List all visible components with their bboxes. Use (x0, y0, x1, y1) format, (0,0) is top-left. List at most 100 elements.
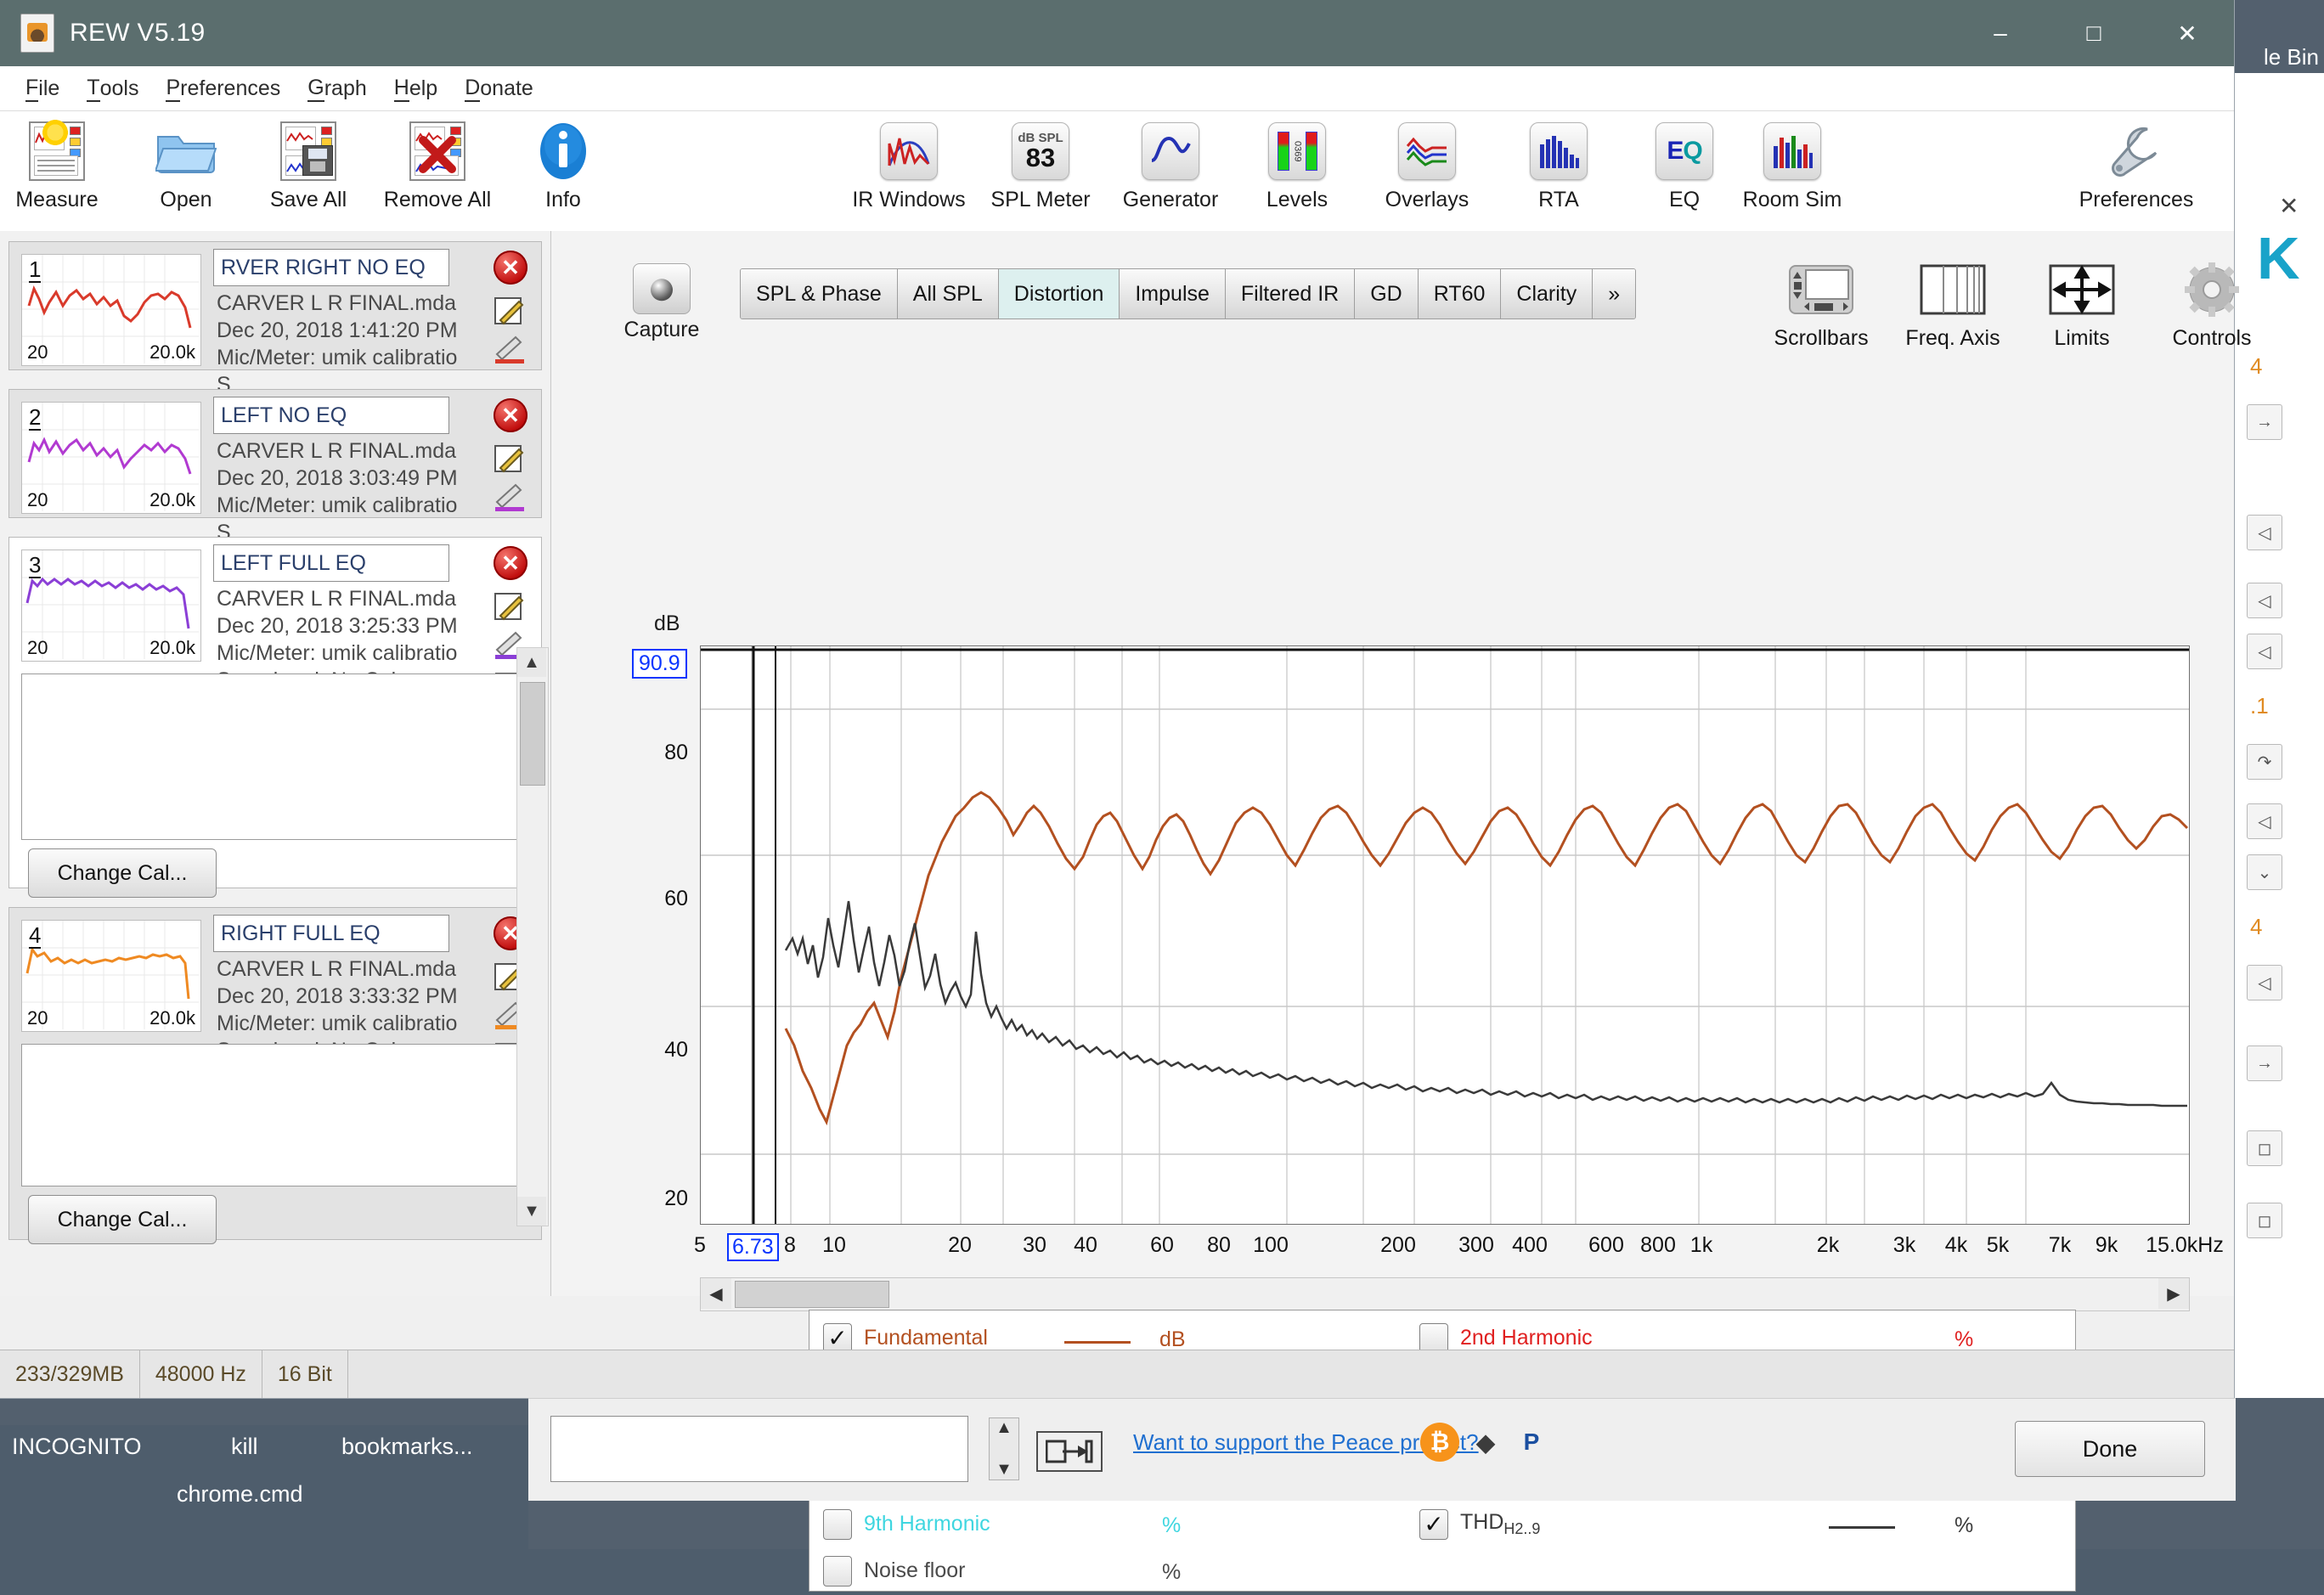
background-btn-8[interactable]: ◁ (2247, 965, 2282, 1000)
measurement-notes-3[interactable] (21, 674, 539, 840)
measurement-color-icon-1[interactable] (494, 335, 526, 368)
menu-donate[interactable]: Donate (451, 66, 547, 110)
measurement-item-4[interactable]: 4 20 20.0k RIGHT FULL EQ CARVER L R FINA… (8, 907, 542, 1244)
legend-item-noise-floor[interactable]: Noise floor (823, 1547, 966, 1595)
measurement-item-2[interactable]: 2 20 20.0k LEFT NO EQ CARVER L R FINAL.m… (8, 389, 542, 544)
change-cal-button-3[interactable]: Change Cal... (28, 848, 217, 898)
taskbar-item-kill[interactable]: kill (231, 1434, 258, 1460)
minimize-button[interactable]: – (1954, 0, 2047, 66)
toolbar-overlays-button[interactable]: Overlays (1363, 120, 1491, 228)
tab-clarity[interactable]: Clarity (1501, 269, 1594, 318)
sidebar-scroll-up-icon[interactable]: ▲ (517, 648, 546, 677)
y-axis-top-value[interactable]: 90.9 (632, 649, 687, 679)
measurement-item-3[interactable]: 3 20 20.0k LEFT FULL EQ CARVER L R FINAL… (8, 537, 542, 898)
background-btn-1[interactable]: → (2247, 404, 2282, 440)
toolbar-open-button[interactable]: Open (122, 120, 250, 228)
legend-checkbox-9th-harmonic[interactable] (823, 1508, 852, 1540)
taskbar-item-chrome-cmd[interactable]: chrome.cmd (177, 1481, 303, 1508)
tab-filtered-ir[interactable]: Filtered IR (1225, 269, 1356, 318)
menu-graph[interactable]: Graph (294, 66, 381, 110)
background-btn-3[interactable]: ◁ (2247, 583, 2282, 618)
legend-checkbox-thd[interactable]: ✓ (1419, 1508, 1448, 1540)
measurement-remove-icon-1[interactable]: ✕ (494, 251, 527, 285)
measurement-item-1[interactable]: 1 20 20.0k RVER RIGHT NO EQ CARVER L R F… (8, 241, 542, 397)
background-btn-9[interactable]: → (2247, 1045, 2282, 1081)
toolbar-remove-all-button[interactable]: Remove All (374, 120, 501, 228)
taskbar-item-bookmarks[interactable]: bookmarks... (341, 1434, 473, 1460)
tab-all-spl[interactable]: All SPL (897, 269, 999, 318)
legend-item-thd[interactable]: ✓ THDH2..9 (1419, 1500, 1540, 1548)
bitcoin-icon[interactable]: ₿ (1420, 1423, 1459, 1462)
tab-spl-phase[interactable]: SPL & Phase (741, 269, 898, 318)
capture-button[interactable]: Capture (602, 263, 721, 342)
ethereum-icon[interactable]: ◆ (1466, 1423, 1505, 1462)
limits-button[interactable]: Limits (2018, 258, 2146, 351)
background-btn-4[interactable]: ◁ (2247, 634, 2282, 669)
graph-horizontal-scrollbar[interactable]: ◀ ▶ (700, 1277, 2190, 1311)
peace-text-input[interactable] (550, 1416, 968, 1482)
menu-help[interactable]: Help (381, 66, 451, 110)
measurement-name-2[interactable]: LEFT NO EQ (213, 397, 449, 434)
paypal-icon[interactable]: P (1512, 1423, 1551, 1462)
toolbar-spl-meter-button[interactable]: dB SPL 83 SPL Meter (977, 120, 1104, 228)
background-value-3: 4 (2250, 914, 2263, 939)
background-btn-6[interactable]: ◁ (2247, 803, 2282, 839)
measurement-name-4[interactable]: RIGHT FULL EQ (213, 915, 449, 952)
graph-scroll-right-icon[interactable]: ▶ (2158, 1278, 2189, 1309)
close-button[interactable]: ✕ (2141, 0, 2234, 66)
distortion-chart[interactable] (700, 645, 2190, 1225)
graph-scroll-thumb[interactable] (735, 1281, 889, 1308)
toolbar-generator-button[interactable]: Generator (1107, 120, 1234, 228)
toolbar-save-all-button[interactable]: Save All (245, 120, 372, 228)
toolbar-info-button[interactable]: Info (499, 120, 627, 228)
maximize-button[interactable]: □ (2047, 0, 2141, 66)
tab-distortion[interactable]: Distortion (998, 269, 1120, 318)
toolbar-measure-label: Measure (15, 188, 99, 211)
measurement-remove-icon-3[interactable]: ✕ (494, 546, 527, 580)
x-axis-cursor-value[interactable]: 6.73 (727, 1233, 779, 1261)
toolbar-preferences-button[interactable]: Preferences (2073, 120, 2200, 228)
graph-scroll-left-icon[interactable]: ◀ (701, 1278, 731, 1309)
tab-impulse[interactable]: Impulse (1120, 269, 1226, 318)
background-close-icon[interactable]: ✕ (2279, 192, 2299, 220)
export-icon[interactable] (1036, 1431, 1103, 1472)
taskbar-item-incognito[interactable]: INCOGNITO (12, 1434, 142, 1460)
sidebar-scrollbar[interactable]: ▲ ▼ (516, 647, 549, 1226)
legend-checkbox-noise-floor[interactable] (823, 1555, 852, 1587)
measurement-name-3[interactable]: LEFT FULL EQ (213, 544, 449, 582)
freq-axis-button[interactable]: Freq. Axis (1889, 258, 2017, 351)
measurement-edit-icon-3[interactable] (494, 590, 526, 623)
toolbar-measure-button[interactable]: Measure (0, 120, 121, 228)
background-btn-7[interactable]: ⌄ (2247, 854, 2282, 890)
change-cal-button-4[interactable]: Change Cal... (28, 1195, 217, 1244)
toolbar-room-sim-button[interactable]: Room Sim (1729, 120, 1856, 228)
tab-rt60[interactable]: RT60 (1418, 269, 1502, 318)
rew-main-window: REW V5.19 – □ ✕ File Tools Preferences G… (0, 0, 2252, 1592)
tab-more[interactable]: » (1593, 269, 1636, 318)
toolbar-ir-windows-button[interactable]: IR Windows (845, 120, 973, 228)
measurement-name-1[interactable]: RVER RIGHT NO EQ (213, 249, 449, 286)
measurement-color-icon-2[interactable] (494, 483, 526, 516)
tab-gd[interactable]: GD (1355, 269, 1419, 318)
sidebar-scroll-down-icon[interactable]: ▼ (517, 1197, 546, 1226)
up-down-arrow-icon[interactable]: ▲ ▼ (989, 1417, 1019, 1480)
toolbar-levels-button[interactable]: 0369 Levels (1233, 120, 1361, 228)
sidebar-scroll-thumb[interactable] (520, 682, 545, 786)
background-btn-5[interactable]: ↷ (2247, 744, 2282, 780)
menu-file[interactable]: File (12, 66, 73, 110)
done-button[interactable]: Done (2015, 1421, 2205, 1477)
measurement-edit-icon-2[interactable] (494, 442, 526, 475)
measurement-edit-icon-1[interactable] (494, 295, 526, 327)
measurement-remove-icon-2[interactable]: ✕ (494, 398, 527, 432)
legend-item-9th-harmonic[interactable]: 9th Harmonic (823, 1500, 990, 1548)
background-btn-11[interactable]: ◻ (2247, 1203, 2282, 1238)
controls-button[interactable]: Controls (2148, 258, 2276, 351)
scrollbars-button[interactable]: Scrollbars (1757, 258, 1885, 351)
menu-tools[interactable]: Tools (73, 66, 152, 110)
overlays-icon (1396, 120, 1458, 183)
background-btn-2[interactable]: ◁ (2247, 515, 2282, 550)
background-btn-10[interactable]: ◻ (2247, 1130, 2282, 1166)
toolbar-rta-button[interactable]: RTA (1495, 120, 1622, 228)
measurement-notes-4[interactable] (21, 1044, 539, 1186)
menu-preferences[interactable]: Preferences (152, 66, 294, 110)
